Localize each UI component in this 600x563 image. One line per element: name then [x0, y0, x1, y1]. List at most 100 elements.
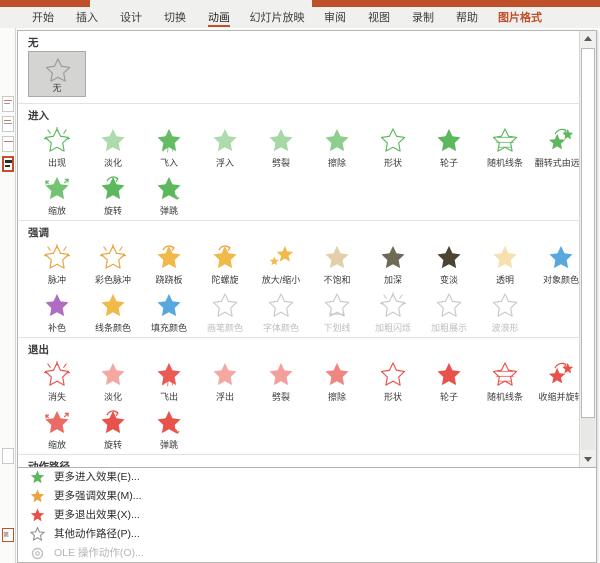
animation-item[interactable]: 轮子: [420, 358, 478, 404]
ribbon-tab-8[interactable]: 录制: [406, 9, 440, 28]
animation-item[interactable]: 形状: [364, 124, 422, 170]
menu-item-0[interactable]: 更多进入效果(E)...: [18, 468, 596, 487]
ribbon-tab-10[interactable]: 图片格式: [494, 9, 546, 28]
menu-item-3[interactable]: 其他动作路径(P)...: [18, 525, 596, 544]
star-randombars-icon: [491, 127, 519, 153]
animation-item[interactable]: 劈裂: [252, 124, 310, 170]
animation-item[interactable]: 飞出: [140, 358, 198, 404]
star-bounceout-icon: [155, 409, 183, 435]
ribbon-tab-9[interactable]: 帮助: [450, 9, 484, 28]
animation-item-label: 加深: [383, 275, 402, 285]
animation-item[interactable]: 随机线条: [476, 358, 534, 404]
animation-item[interactable]: 出现: [28, 124, 86, 170]
star-shapeout-icon: [379, 361, 407, 387]
animation-item[interactable]: 旋转: [84, 406, 142, 452]
animation-item[interactable]: 线条颜色: [84, 289, 142, 335]
animation-none-tile[interactable]: 无: [28, 51, 86, 97]
animation-item: 波浪形: [476, 289, 534, 335]
animation-item[interactable]: 擦除: [308, 124, 366, 170]
gallery-row: 缩放 旋转 弹跳: [18, 406, 579, 454]
animation-item[interactable]: 放大/缩小: [252, 241, 310, 287]
ribbon-tab-7[interactable]: 视图: [362, 9, 396, 28]
star-boldflash-icon: [379, 291, 407, 318]
animation-item[interactable]: 消失: [28, 358, 86, 404]
ribbon-tab-2[interactable]: 设计: [114, 9, 148, 28]
animation-item-label: 跷跷板: [155, 275, 183, 285]
star-colorpulse-icon: [99, 243, 127, 270]
animation-item[interactable]: 脉冲: [28, 241, 86, 287]
animation-item-label: 浮出: [215, 392, 234, 402]
animation-item[interactable]: 透明: [476, 241, 534, 287]
animation-item[interactable]: 弹跳: [140, 406, 198, 452]
animation-item[interactable]: 轮子: [420, 124, 478, 170]
scroll-down-arrow-icon[interactable]: [580, 451, 596, 467]
star-wipeout-icon: [323, 361, 351, 387]
animation-item-label: 下划线: [323, 323, 351, 333]
ribbon-tab-6[interactable]: 审阅: [318, 9, 352, 28]
menu-item-2[interactable]: 更多退出效果(X)...: [18, 506, 596, 525]
animation-item[interactable]: 劈裂: [252, 358, 310, 404]
scroll-up-arrow-icon[interactable]: [580, 31, 596, 47]
animation-item[interactable]: 翻转式由远...: [532, 124, 579, 170]
slide-thumbnail[interactable]: [2, 448, 14, 464]
ribbon-tab-3[interactable]: 切换: [158, 9, 192, 28]
animation-item[interactable]: 补色: [28, 289, 86, 335]
gallery-group-title: 退出: [28, 344, 49, 356]
ribbon-tab-0[interactable]: 开始: [26, 9, 60, 28]
animation-item[interactable]: 飞入: [140, 124, 198, 170]
ribbon-tab-4[interactable]: 动画: [202, 9, 236, 28]
slide-thumbnail-selected[interactable]: [2, 156, 14, 172]
animation-item[interactable]: 浮入: [196, 124, 254, 170]
menu-item-label: 更多强调效果(M)...: [54, 490, 142, 502]
animation-item[interactable]: 旋转: [84, 172, 142, 218]
star-splitout-icon: [267, 361, 295, 387]
slide-thumbnail[interactable]: [2, 136, 14, 152]
scrollbar-thumb[interactable]: [581, 48, 595, 418]
animation-item[interactable]: 随机线条: [476, 124, 534, 170]
menu-item-label: 其他动作路径(P)...: [54, 528, 140, 540]
animation-item[interactable]: 彩色脉冲: [84, 241, 142, 287]
animation-item[interactable]: 擦除: [308, 358, 366, 404]
animation-item[interactable]: 缩放: [28, 172, 86, 218]
animation-item[interactable]: 收缩并旋转: [532, 358, 579, 404]
animation-item[interactable]: 形状: [364, 358, 422, 404]
gallery-row: 补色 线条颜色 填充颜色 画笔颜色 字体颜色 下划线 加粗闪烁 加粗展示 波浪形: [18, 289, 579, 337]
animation-item-label: 浮入: [215, 158, 234, 168]
animation-item[interactable]: 陀螺旋: [196, 241, 254, 287]
animation-item[interactable]: 加深: [364, 241, 422, 287]
slide-thumbnail[interactable]: [2, 96, 14, 112]
star-darken-icon: [379, 244, 407, 270]
star-spin-icon: [99, 175, 127, 201]
animation-item-label: 陀螺旋: [211, 275, 239, 285]
animation-item[interactable]: 浮出: [196, 358, 254, 404]
ribbon-tab-1[interactable]: 插入: [70, 9, 104, 28]
animation-item[interactable]: 填充颜色: [140, 289, 198, 335]
animation-item[interactable]: 淡化: [84, 358, 142, 404]
menu-item-1[interactable]: 更多强调效果(M)...: [18, 487, 596, 506]
star-spinout-icon: [99, 409, 127, 435]
slide-thumbnail[interactable]: [2, 116, 14, 132]
star-wheel-icon: [435, 127, 463, 153]
animation-item[interactable]: 淡化: [84, 124, 142, 170]
star-appear-icon: [43, 126, 71, 153]
animation-item: 画笔颜色: [196, 289, 254, 335]
animation-item[interactable]: 缩放: [28, 406, 86, 452]
star-boldreveal-icon: [435, 292, 463, 318]
animation-item[interactable]: 弹跳: [140, 172, 198, 218]
animation-item[interactable]: 跷跷板: [140, 241, 198, 287]
animation-item-label: 画笔颜色: [206, 323, 243, 333]
animation-gallery-content: 无无进入出现淡化飞入浮入劈裂擦除形状轮子随机线条翻转式由远...缩放旋转弹跳强调…: [18, 31, 579, 467]
animation-item[interactable]: 对象颜色: [532, 241, 579, 287]
animation-item: 加粗闪烁: [364, 289, 422, 335]
star-objectcolor-icon: [547, 244, 575, 270]
animation-item[interactable]: 不饱和: [308, 241, 366, 287]
animation-item[interactable]: 变淡: [420, 241, 478, 287]
ribbon-tab-5[interactable]: 幻灯片放映: [246, 9, 308, 28]
star-lighten-icon: [435, 244, 463, 270]
star-disappear-icon: [43, 360, 71, 387]
animation-item-label: 线条颜色: [94, 323, 131, 333]
star-pulse-icon: [43, 243, 71, 270]
animation-item-label: 放大/缩小: [261, 275, 301, 285]
gallery-scrollbar[interactable]: [579, 31, 596, 467]
animation-more-effects-menu: 更多进入效果(E)... 更多强调效果(M)... 更多退出效果(X)... 其他动作…: [17, 468, 597, 563]
